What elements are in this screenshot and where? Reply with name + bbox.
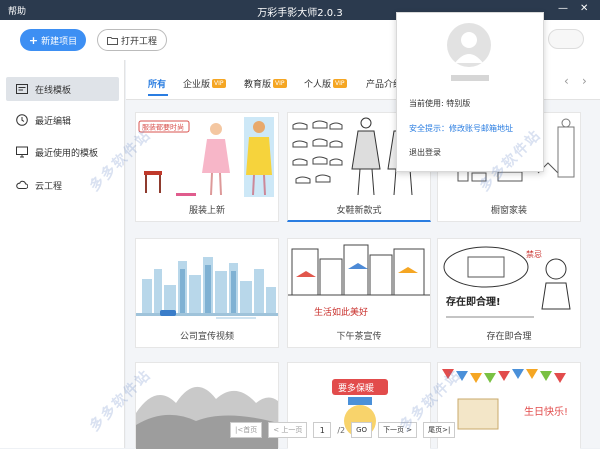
page-total: /2 — [337, 425, 346, 435]
close-button[interactable]: ✕ — [580, 3, 588, 14]
sidebar-item-recent-templates[interactable]: 最近使用的模板 — [6, 140, 119, 164]
template-thumbnail: 禁忌 存在即合理! — [438, 239, 580, 325]
open-project-button[interactable]: 打开工程 — [97, 29, 167, 51]
vip-badge: VIP — [212, 79, 226, 88]
clock-icon — [16, 114, 28, 126]
tabs-prev-arrow[interactable]: ‹ — [564, 74, 569, 88]
card-label: 橱窗家装 — [490, 206, 527, 216]
next-page-button[interactable]: 下一页 > — [378, 422, 418, 438]
vip-badge: VIP — [333, 79, 347, 88]
thumb-caption: 存在即合理! — [446, 295, 501, 308]
sidebar-item-recent-edit[interactable]: 最近编辑 — [6, 108, 119, 132]
sidebar-item-label: 在线模板 — [35, 85, 72, 96]
cloud-icon — [16, 180, 28, 189]
birthday-illustration: 生日快乐! — [438, 363, 580, 449]
tab-label: 个人版 — [304, 80, 332, 90]
clothing-illustration: 服装都要时尚 — [136, 113, 278, 199]
card-label: 服装上新 — [188, 206, 225, 216]
tab-active-underline — [148, 94, 168, 96]
thumb-tag: 禁忌 — [526, 250, 542, 259]
template-card-birthday[interactable]: 生日快乐! — [437, 362, 581, 449]
current-edition: 当前使用: 特别版 — [409, 99, 471, 108]
pagination: |<首页 < 上一页 1 /2 GO 下一页 > 尾页>| — [230, 421, 456, 439]
go-button[interactable]: GO — [351, 422, 373, 438]
minimize-button[interactable]: — — [558, 3, 568, 14]
new-project-button[interactable]: + 新建项目 — [20, 29, 86, 51]
user-icon — [455, 32, 483, 63]
template-thumbnail: 生活如此美好 — [288, 239, 430, 325]
logout-link[interactable]: 退出登录 — [409, 147, 441, 158]
thumb-caption: 服装都要时尚 — [142, 123, 184, 132]
template-card-afternoon-tea[interactable]: 生活如此美好 下午茶宣传 — [287, 238, 431, 348]
page-input[interactable]: 1 — [313, 422, 332, 438]
thumb-caption: 要多保暖 — [338, 382, 374, 394]
tab-education[interactable]: 教育版 VIP — [244, 77, 287, 90]
city-skyline-illustration — [136, 239, 278, 325]
plus-icon: + — [28, 33, 39, 47]
card-label: 下午茶宣传 — [336, 332, 382, 342]
template-card-clothing[interactable]: 服装都要时尚 服装上新 — [135, 112, 279, 222]
thumb-caption: 生活如此美好 — [314, 306, 368, 318]
sidebar-item-cloud-projects[interactable]: 云工程 — [6, 173, 119, 197]
user-popup: 当前使用: 特别版 安全提示：修改账号邮箱地址 退出登录 — [396, 12, 544, 172]
tab-label: 所有 — [148, 80, 167, 90]
tab-label: 企业版 — [183, 80, 211, 90]
last-page-button[interactable]: 尾页>| — [423, 422, 456, 438]
tab-enterprise[interactable]: 企业版 VIP — [183, 77, 226, 90]
tab-all[interactable]: 所有 — [148, 77, 166, 90]
first-page-button[interactable]: |<首页 — [230, 422, 263, 438]
sidebar-item-label: 最近使用的模板 — [35, 148, 99, 159]
prev-page-button[interactable]: < 上一页 — [268, 422, 308, 438]
template-card-exist-reasonable[interactable]: 禁忌 存在即合理! 存在即合理 — [437, 238, 581, 348]
street-illustration: 生活如此美好 — [288, 239, 430, 325]
sidebar-item-label: 云工程 — [35, 181, 63, 192]
open-project-label: 打开工程 — [120, 36, 157, 47]
template-thumbnail — [136, 239, 278, 325]
template-thumbnail: 服装都要时尚 — [136, 113, 278, 199]
vip-badge: VIP — [273, 79, 287, 88]
sidebar: 在线模板 最近编辑 最近使用的模板 云工程 — [0, 60, 125, 448]
template-thumbnail: 生日快乐! — [438, 363, 580, 449]
card-label: 公司宣传视频 — [179, 332, 234, 342]
card-label: 存在即合理 — [486, 332, 532, 342]
monitor-icon — [16, 146, 28, 158]
thumb-caption: 生日快乐! — [524, 405, 568, 418]
security-tip-link[interactable]: 安全提示：修改账号邮箱地址 — [409, 123, 513, 134]
username-redacted — [451, 75, 489, 81]
card-label: 女鞋新款式 — [336, 206, 382, 216]
tabs-next-arrow[interactable]: › — [582, 74, 587, 88]
template-icon — [16, 84, 28, 94]
sketch-illustration: 禁忌 存在即合理! — [438, 239, 580, 325]
tab-label: 教育版 — [244, 80, 272, 90]
sidebar-item-online-templates[interactable]: 在线模板 — [6, 77, 119, 101]
search-input[interactable] — [548, 29, 584, 49]
tab-personal[interactable]: 个人版 VIP — [304, 77, 347, 90]
new-project-label: 新建项目 — [41, 36, 78, 47]
folder-icon — [106, 36, 118, 45]
template-card-company-promo[interactable]: 公司宣传视频 — [135, 238, 279, 348]
sidebar-item-label: 最近编辑 — [35, 116, 72, 127]
avatar[interactable] — [447, 23, 491, 67]
